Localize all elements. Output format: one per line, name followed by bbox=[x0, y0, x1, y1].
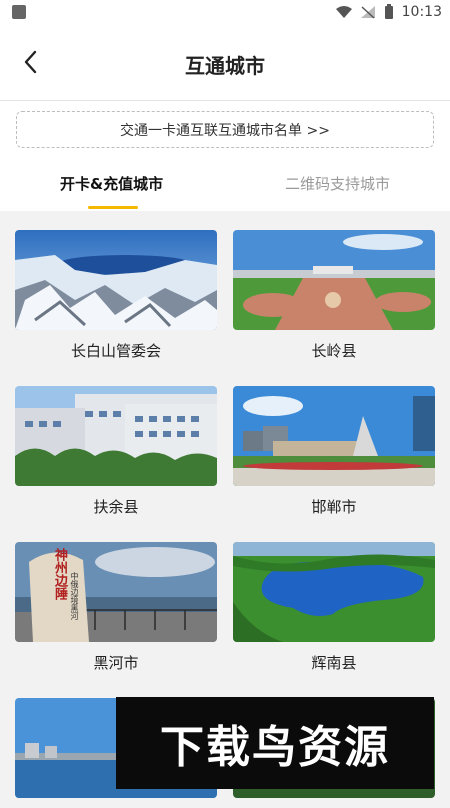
status-bar: 10:13 bbox=[0, 0, 450, 26]
stone-subtext: 中俄边境黑河 bbox=[70, 572, 79, 620]
city-image bbox=[233, 542, 435, 642]
city-card[interactable]: 辉南县 bbox=[233, 542, 435, 673]
battery-icon bbox=[384, 4, 393, 19]
city-name: 长岭县 bbox=[311, 342, 357, 360]
city-image bbox=[15, 230, 217, 330]
city-name: 黑河市 bbox=[93, 654, 139, 672]
banner-section: 交通一卡通互联互通城市名单 >> bbox=[0, 101, 450, 161]
watermark-text: 下载鸟资源 bbox=[160, 722, 390, 773]
city-image: 神州边陲 中俄边境黑河 bbox=[15, 542, 217, 642]
interconnect-city-list-link[interactable]: 交通一卡通互联互通城市名单 >> bbox=[16, 111, 434, 148]
tab-qrcode-cities[interactable]: 二维码支持城市 bbox=[285, 173, 390, 194]
tab-card-recharge-cities[interactable]: 开卡&充值城市 bbox=[60, 173, 163, 194]
city-image bbox=[15, 386, 217, 486]
status-time: 10:13 bbox=[401, 4, 442, 20]
city-name: 辉南县 bbox=[311, 654, 357, 672]
stone-inscription: 神州边陲 bbox=[52, 548, 67, 600]
active-tab-indicator bbox=[88, 206, 138, 209]
city-card[interactable]: 长岭县 bbox=[233, 230, 435, 361]
city-name: 邯郸市 bbox=[311, 498, 357, 516]
city-card[interactable]: 长白山管委会 bbox=[15, 230, 217, 361]
header: 互通城市 bbox=[0, 26, 450, 101]
city-image bbox=[233, 386, 435, 486]
banner-text: 交通一卡通互联互通城市名单 >> bbox=[120, 122, 330, 139]
status-icons: 10:13 bbox=[335, 4, 442, 20]
city-card[interactable]: 扶余县 bbox=[15, 386, 217, 517]
city-card[interactable]: 邯郸市 bbox=[233, 386, 435, 517]
signal-icon bbox=[360, 6, 375, 19]
watermark-logo: 下载鸟资源 bbox=[116, 697, 434, 789]
tab-bar: 开卡&充值城市 二维码支持城市 bbox=[0, 161, 450, 211]
wifi-icon bbox=[335, 6, 352, 18]
page-title: 互通城市 bbox=[185, 54, 265, 78]
city-card[interactable]: 神州边陲 中俄边境黑河 黑河市 bbox=[15, 542, 217, 673]
city-name: 长白山管委会 bbox=[70, 342, 161, 360]
image-notification-icon bbox=[12, 5, 26, 19]
city-image bbox=[233, 230, 435, 330]
city-name: 扶余县 bbox=[93, 498, 139, 516]
